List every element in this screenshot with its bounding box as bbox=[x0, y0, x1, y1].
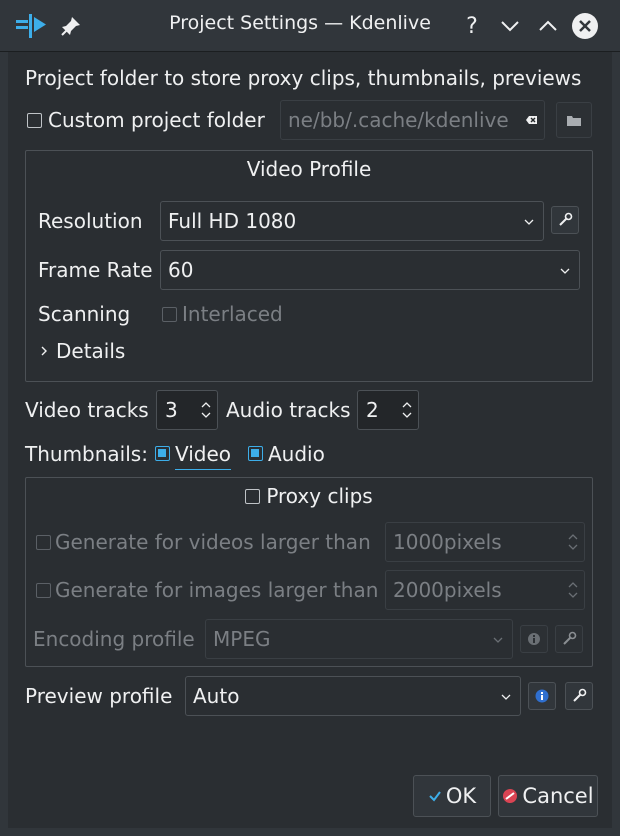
thumbnails-video-label: Video bbox=[175, 442, 232, 470]
minimize-button[interactable] bbox=[494, 10, 526, 42]
chevron-down-icon bbox=[560, 268, 570, 274]
pin-icon[interactable] bbox=[58, 13, 84, 39]
encoding-info-button[interactable] bbox=[520, 625, 548, 653]
proxy-videos-checkbox[interactable] bbox=[36, 535, 51, 550]
ok-label: OK bbox=[445, 784, 477, 808]
chevron-up-icon bbox=[539, 20, 557, 31]
proxy-clips-header: Proxy clips bbox=[26, 484, 592, 508]
audio-tracks-label: Audio tracks bbox=[226, 398, 351, 422]
frame-rate-label: Frame Rate bbox=[38, 258, 153, 282]
proxy-images-value: 2000pixels bbox=[393, 578, 502, 602]
window-title: Project Settings — Kdenlive bbox=[169, 12, 431, 34]
thumbnails-video-checkbox[interactable] bbox=[155, 446, 170, 461]
thumbnails-audio-label: Audio bbox=[268, 442, 325, 466]
encoding-edit-button[interactable] bbox=[555, 625, 583, 653]
chevron-down-icon bbox=[501, 694, 511, 700]
details-label: Details bbox=[56, 339, 126, 363]
spin-arrows-icon bbox=[201, 402, 211, 418]
chevron-down-icon bbox=[501, 21, 519, 32]
thumbnails-label: Thumbnails: bbox=[25, 442, 148, 466]
cancel-button[interactable]: Cancel bbox=[498, 775, 598, 817]
spin-arrows-icon bbox=[568, 582, 578, 598]
proxy-clips-group: Proxy clips Generate for videos larger t… bbox=[25, 477, 593, 667]
audio-tracks-value: 2 bbox=[366, 398, 379, 422]
edit-profile-button[interactable] bbox=[551, 206, 579, 234]
project-folder-input[interactable]: ne/bb/.cache/kdenlive bbox=[280, 100, 545, 140]
proxy-videos-label: Generate for videos larger than bbox=[55, 530, 371, 554]
preview-profile-select[interactable]: Auto bbox=[185, 676, 521, 716]
clear-icon[interactable] bbox=[526, 114, 538, 126]
resolution-label: Resolution bbox=[38, 209, 143, 233]
preview-info-button[interactable] bbox=[528, 682, 556, 710]
frame-rate-select[interactable]: 60 bbox=[160, 250, 580, 290]
proxy-images-label: Generate for images larger than bbox=[55, 578, 379, 602]
title-bar: Project Settings — Kdenlive ? bbox=[0, 0, 620, 52]
scanning-label: Scanning bbox=[38, 302, 131, 326]
video-tracks-value: 3 bbox=[165, 398, 178, 422]
video-tracks-label: Video tracks bbox=[25, 398, 149, 422]
chevron-down-icon bbox=[493, 637, 503, 643]
custom-folder-label: Custom project folder bbox=[48, 108, 265, 132]
browse-folder-button[interactable] bbox=[556, 102, 592, 138]
wrench-icon bbox=[573, 688, 587, 702]
checkmark-icon bbox=[429, 791, 441, 802]
interlaced-label: Interlaced bbox=[182, 302, 283, 326]
custom-folder-checkbox[interactable] bbox=[27, 113, 42, 128]
project-folder-heading: Project folder to store proxy clips, thu… bbox=[25, 66, 582, 90]
proxy-images-checkbox[interactable] bbox=[36, 583, 51, 598]
spin-arrows-icon bbox=[402, 402, 412, 418]
resolution-select[interactable]: Full HD 1080 bbox=[160, 201, 544, 241]
preview-profile-label: Preview profile bbox=[25, 684, 173, 708]
spin-arrows-icon bbox=[568, 534, 578, 550]
kdenlive-app-icon bbox=[16, 14, 46, 38]
wrench-icon bbox=[559, 212, 573, 226]
encoding-profile-value: MPEG bbox=[213, 627, 271, 651]
video-profile-group: Video Profile Resolution Full HD 1080 Fr… bbox=[25, 150, 593, 382]
encoding-profile-label: Encoding profile bbox=[33, 627, 195, 651]
thumbnails-audio-checkbox[interactable] bbox=[248, 446, 263, 461]
maximize-button[interactable] bbox=[532, 10, 564, 42]
proxy-clips-title: Proxy clips bbox=[266, 484, 373, 508]
cancel-label: Cancel bbox=[522, 784, 594, 808]
audio-tracks-spinbox[interactable]: 2 bbox=[357, 390, 419, 430]
proxy-images-spinbox[interactable]: 2000pixels bbox=[385, 570, 585, 610]
info-icon bbox=[535, 689, 549, 703]
folder-icon bbox=[567, 116, 581, 126]
ok-button[interactable]: OK bbox=[413, 775, 491, 817]
cancel-icon bbox=[503, 789, 518, 803]
video-tracks-spinbox[interactable]: 3 bbox=[156, 390, 218, 430]
proxy-videos-spinbox[interactable]: 1000pixels bbox=[385, 522, 585, 562]
resolution-value: Full HD 1080 bbox=[168, 209, 297, 233]
dialog-body: Project folder to store proxy clips, thu… bbox=[0, 52, 620, 836]
close-button[interactable] bbox=[569, 10, 601, 42]
details-expander[interactable]: Details bbox=[40, 339, 125, 363]
interlaced-checkbox[interactable] bbox=[162, 307, 177, 322]
preview-edit-button[interactable] bbox=[565, 682, 593, 710]
frame-rate-value: 60 bbox=[168, 258, 194, 282]
chevron-down-icon bbox=[524, 219, 534, 225]
encoding-profile-select[interactable]: MPEG bbox=[205, 619, 513, 659]
wrench-icon bbox=[563, 631, 577, 645]
proxy-clips-checkbox[interactable] bbox=[245, 488, 261, 504]
close-icon bbox=[572, 13, 598, 39]
preview-profile-value: Auto bbox=[193, 684, 240, 708]
video-profile-title: Video Profile bbox=[246, 157, 372, 181]
help-icon: ? bbox=[466, 13, 478, 39]
chevron-right-icon bbox=[41, 346, 47, 356]
help-button[interactable]: ? bbox=[456, 10, 488, 42]
project-folder-path: ne/bb/.cache/kdenlive bbox=[288, 108, 509, 132]
proxy-videos-value: 1000pixels bbox=[393, 530, 502, 554]
info-icon bbox=[528, 633, 540, 645]
